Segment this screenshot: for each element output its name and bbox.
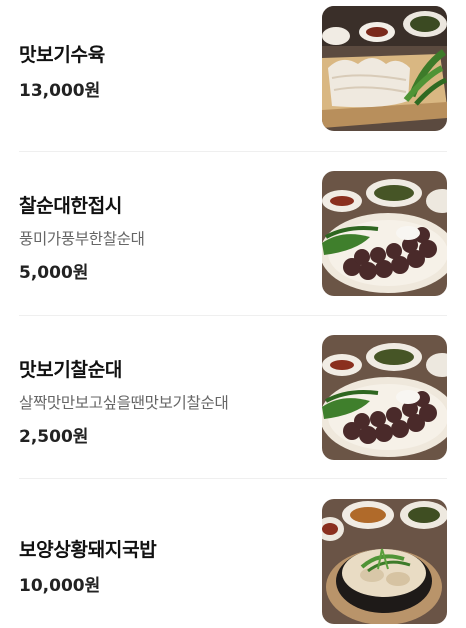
menu-item[interactable]: 맛보기찰순대 살짝맛만보고싶을땐맛보기찰순대 2,500원 [0,316,466,479]
menu-item-name: 찰순대한접시 [19,195,123,217]
menu-item-name: 맛보기찰순대 [19,359,123,381]
menu-item-price: 13,000원 [19,81,101,101]
menu-item-text: 맛보기찰순대 살짝맛만보고싶을땐맛보기찰순대 2,500원 [19,355,229,447]
menu-item-name: 보양상황돼지국밥 [19,539,157,561]
menu-item-description: 풍미가풍부한찰순대 [19,230,145,248]
menu-list: 맛보기수육 13,000원 찰순대한접시 풍미가풍부한찰순대 5,000원 맛보… [0,0,466,628]
menu-item[interactable]: 보양상황돼지국밥 10,000원 [0,479,466,628]
pork-soup-photo [322,499,447,624]
menu-item[interactable]: 맛보기수육 13,000원 [0,0,466,152]
menu-item-description: 살짝맛만보고싶을땐맛보기찰순대 [19,394,229,412]
sundae-plate-photo [322,171,447,296]
menu-item[interactable]: 찰순대한접시 풍미가풍부한찰순대 5,000원 [0,152,466,316]
menu-item-name: 맛보기수육 [19,44,105,66]
menu-item-text: 찰순대한접시 풍미가풍부한찰순대 5,000원 [19,191,145,283]
menu-item-price: 2,500원 [19,427,89,447]
sundae-sample-photo [322,335,447,460]
menu-item-price: 10,000원 [19,576,101,596]
menu-item-price: 5,000원 [19,263,89,283]
menu-item-text: 맛보기수육 13,000원 [19,40,105,101]
menu-item-text: 보양상황돼지국밥 10,000원 [19,535,157,596]
boiled-pork-photo [322,6,447,131]
